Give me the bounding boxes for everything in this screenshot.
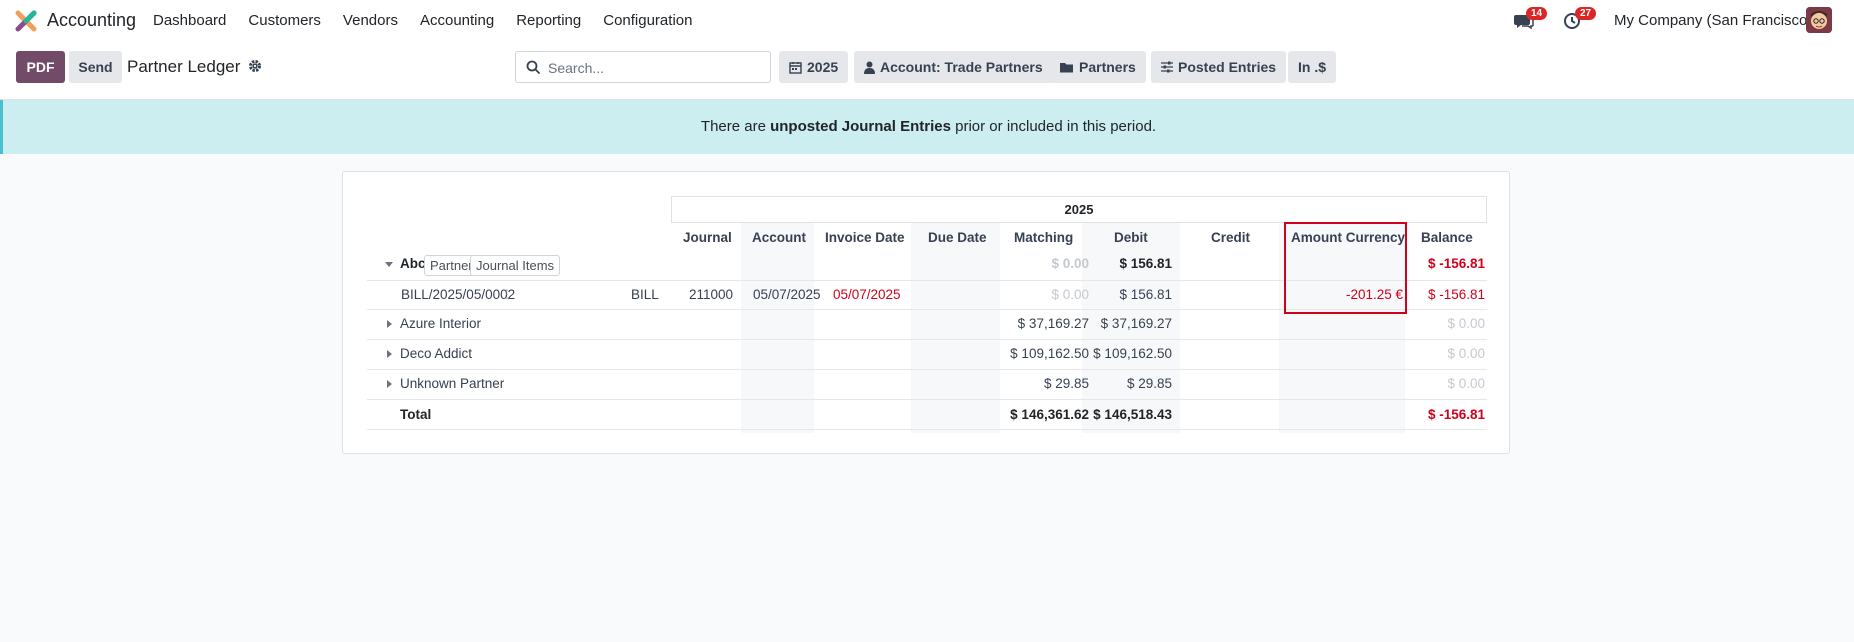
- messages-badge: 14: [1526, 7, 1548, 20]
- credit-header[interactable]: Credit: [1211, 230, 1250, 245]
- control-panel: PDF Send Partner Ledger 2025 Account: Tr…: [0, 41, 1854, 100]
- debit-value: $ 37,169.27: [1017, 316, 1089, 331]
- caret-right-icon[interactable]: [387, 350, 392, 358]
- posted-entries-filter[interactable]: Posted Entries: [1151, 51, 1287, 83]
- top-navbar: Accounting Dashboard Customers Vendors A…: [0, 0, 1854, 41]
- partner-name: Deco Addict: [400, 346, 473, 361]
- balance-header[interactable]: Balance: [1421, 230, 1473, 245]
- search-input[interactable]: [548, 58, 763, 78]
- credit-value: $ 109,162.50: [1093, 346, 1172, 361]
- menu-vendors[interactable]: Vendors: [343, 12, 398, 29]
- partner-name: Azure Interior: [400, 316, 482, 331]
- partners-filter-label: Partners: [1079, 59, 1136, 75]
- invoice-date-value: 05/07/2025: [753, 287, 821, 302]
- partner-name: Abc: [400, 256, 426, 271]
- due-date-value: 05/07/2025: [833, 287, 901, 302]
- debit-header[interactable]: Debit: [1114, 230, 1148, 245]
- menu-configuration[interactable]: Configuration: [603, 12, 692, 29]
- debit-value: $ 0.00: [1051, 287, 1089, 302]
- kebab-icon[interactable]: ⋮: [501, 287, 513, 301]
- credit-value: $ 37,169.27: [1100, 316, 1172, 331]
- amount-currency-highlight: [1284, 222, 1407, 314]
- total-debit: $ 146,361.62: [1010, 407, 1089, 422]
- caret-right-icon[interactable]: [387, 320, 392, 328]
- partner-row-deco-addict[interactable]: Deco Addict $ 109,162.50 $ 109,162.50 $ …: [367, 340, 1487, 370]
- search-box[interactable]: [515, 51, 771, 83]
- alert-prefix: There are: [700, 118, 771, 135]
- caret-right-icon[interactable]: [387, 380, 392, 388]
- debit-value: $ 29.85: [1043, 376, 1089, 391]
- balance-value: $ 0.00: [1447, 376, 1485, 391]
- move-name[interactable]: BILL/2025/05/0002: [401, 287, 515, 302]
- credit-value: $ 156.81: [1119, 287, 1172, 302]
- app-title[interactable]: Accounting: [47, 10, 136, 31]
- menu-accounting[interactable]: Accounting: [420, 12, 494, 29]
- partner-row-azure-interior[interactable]: Azure Interior $ 37,169.27 $ 37,169.27 $…: [367, 310, 1487, 340]
- currency-filter[interactable]: In .$: [1288, 51, 1337, 83]
- account-header[interactable]: Account: [752, 230, 806, 245]
- partner-ledger-report: 2025 Journal Account Invoice Date Due Da…: [342, 171, 1510, 454]
- menu-dashboard[interactable]: Dashboard: [153, 12, 226, 29]
- search-icon: [526, 60, 540, 74]
- period-header: 2025: [671, 196, 1487, 223]
- date-filter[interactable]: 2025: [779, 51, 849, 83]
- credit-value: $ 156.81: [1119, 256, 1172, 271]
- send-button[interactable]: Send: [69, 51, 122, 83]
- balance-value: $ -156.81: [1427, 256, 1485, 271]
- balance-value: $ -156.81: [1427, 287, 1485, 302]
- caret-down-icon[interactable]: [385, 262, 393, 267]
- report-title: Partner Ledger: [127, 57, 241, 76]
- posted-entries-filter-label: Posted Entries: [1178, 59, 1277, 75]
- folder-icon: [1060, 63, 1073, 73]
- total-row: Total $ 146,361.62 $ 146,518.43 $ -156.8…: [367, 400, 1487, 430]
- calendar-icon: [789, 61, 802, 74]
- debit-value: $ 109,162.50: [1010, 346, 1089, 361]
- main-menu: Dashboard Customers Vendors Accounting R…: [153, 12, 714, 29]
- user-avatar[interactable]: [1806, 7, 1832, 33]
- partner-row-unknown-partner[interactable]: Unknown Partner $ 29.85 $ 29.85 $ 0.00: [367, 370, 1487, 400]
- activities-badge: 27: [1575, 7, 1597, 20]
- gear-icon[interactable]: [248, 59, 262, 73]
- currency-filter-label: In .$: [1298, 59, 1327, 75]
- menu-reporting[interactable]: Reporting: [516, 12, 581, 29]
- unposted-entries-link[interactable]: unposted Journal Entries: [770, 118, 951, 135]
- journal-items-tag-button[interactable]: Journal Items: [470, 255, 561, 276]
- partners-filter[interactable]: Partners: [1050, 51, 1146, 83]
- matching-header[interactable]: Matching: [1014, 230, 1073, 245]
- total-balance: $ -156.81: [1427, 407, 1485, 422]
- total-label: Total: [400, 407, 432, 422]
- sliders-icon: [1161, 61, 1173, 73]
- user-icon: [864, 61, 875, 74]
- unposted-entries-alert: There are unposted Journal Entries prior…: [0, 100, 1854, 154]
- account-value: 211000: [689, 287, 734, 302]
- journal-header[interactable]: Journal: [683, 230, 732, 245]
- date-filter-label: 2025: [807, 59, 839, 75]
- company-switcher[interactable]: My Company (San Francisco): [1614, 12, 1812, 29]
- account-filter-label: Account: Trade Partners: [880, 59, 1043, 75]
- debit-value: $ 0.00: [1051, 256, 1089, 271]
- balance-value: $ 0.00: [1447, 346, 1485, 361]
- credit-value: $ 29.85: [1126, 376, 1172, 391]
- total-credit: $ 146,518.43: [1093, 407, 1172, 422]
- due-date-header[interactable]: Due Date: [928, 230, 987, 245]
- balance-value: $ 0.00: [1447, 316, 1485, 331]
- account-filter[interactable]: Account: Trade Partners: [854, 51, 1053, 83]
- pdf-button[interactable]: PDF: [16, 51, 65, 83]
- invoice-date-header[interactable]: Invoice Date: [825, 230, 905, 245]
- odoo-logo-icon[interactable]: [15, 10, 37, 32]
- menu-customers[interactable]: Customers: [248, 12, 321, 29]
- alert-suffix: prior or included in this period.: [950, 118, 1157, 135]
- partner-name: Unknown Partner: [400, 376, 505, 391]
- journal-value: BILL: [631, 287, 659, 302]
